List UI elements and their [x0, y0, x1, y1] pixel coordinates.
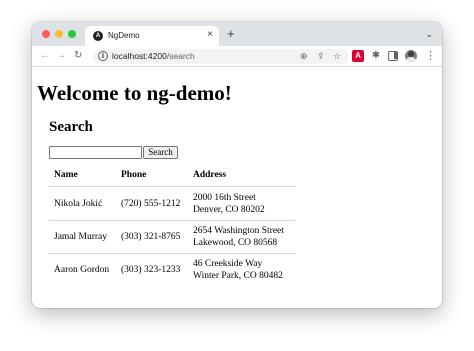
tab-title: NgDemo — [108, 31, 140, 40]
cell-phone: (303) 323-1233 — [121, 265, 181, 275]
kebab-menu-icon[interactable]: ⋮ — [425, 49, 436, 63]
browser-window: A NgDemo × + ⌄ ← → ↻ i localhost:4200/se… — [32, 22, 442, 308]
tab-close-icon[interactable]: × — [207, 29, 213, 41]
header-address: Address — [193, 170, 227, 180]
header-phone: Phone — [121, 170, 147, 180]
cell-address-line1: 2000 16th Street — [193, 193, 256, 203]
address-bar[interactable]: i localhost:4200/search ⊕ ⇪ ☆ — [93, 49, 349, 64]
row-divider — [49, 253, 295, 254]
puzzle-extension-icon[interactable]: ✱ — [370, 50, 382, 62]
browser-toolbar: ← → ↻ i localhost:4200/search ⊕ ⇪ ☆ A ✱ … — [32, 46, 442, 67]
search-button[interactable]: Search — [143, 146, 178, 159]
maximize-window-button[interactable] — [68, 30, 76, 38]
tab-ngdemo[interactable]: A NgDemo × — [85, 26, 219, 46]
cell-name: Jamal Murray — [54, 232, 108, 242]
site-info-icon[interactable]: i — [98, 51, 108, 61]
share-icon[interactable]: ⇪ — [317, 50, 325, 62]
row-divider — [49, 220, 295, 221]
cell-address-line1: 2654 Washington Street — [193, 226, 284, 236]
new-tab-button[interactable]: + — [227, 26, 235, 42]
profile-avatar[interactable] — [405, 50, 417, 62]
tab-search-chevron-icon[interactable]: ⌄ — [425, 28, 433, 40]
forward-arrow-icon[interactable]: → — [56, 49, 66, 63]
angular-extension-icon[interactable]: A — [352, 50, 364, 62]
search-input[interactable] — [49, 146, 142, 159]
angular-favicon-icon: A — [93, 31, 103, 41]
url-text[interactable]: localhost:4200/search — [112, 51, 195, 61]
side-panel-icon[interactable] — [388, 51, 398, 61]
reload-icon[interactable]: ↻ — [74, 49, 82, 63]
cell-address-line2: Lakewood, CO 80568 — [193, 238, 278, 248]
url-path: /search — [166, 51, 195, 61]
close-window-button[interactable] — [42, 30, 50, 38]
page-content: Welcome to ng-demo! Search Search Name P… — [32, 68, 442, 308]
cell-name: Aaron Gordon — [54, 265, 110, 275]
cell-phone: (303) 321-8765 — [121, 232, 181, 242]
tab-strip: A NgDemo × + ⌄ — [32, 22, 442, 46]
minimize-window-button[interactable] — [55, 30, 63, 38]
header-divider — [49, 186, 295, 187]
header-name: Name — [54, 170, 78, 180]
cell-phone: (720) 555-1212 — [121, 199, 181, 209]
page-title: Welcome to ng-demo! — [37, 81, 232, 105]
url-host: localhost:4200 — [112, 51, 167, 61]
cell-address-line2: Denver, CO 80202 — [193, 205, 265, 215]
back-arrow-icon[interactable]: ← — [40, 49, 50, 63]
cell-address-line1: 46 Creekside Way — [193, 259, 263, 269]
cell-address-line2: Winter Park, CO 80482 — [193, 271, 283, 281]
search-heading: Search — [49, 119, 93, 135]
zoom-icon[interactable]: ⊕ — [300, 50, 308, 62]
star-icon[interactable]: ☆ — [333, 50, 341, 62]
cell-name: Nikola Jokić — [54, 199, 103, 209]
